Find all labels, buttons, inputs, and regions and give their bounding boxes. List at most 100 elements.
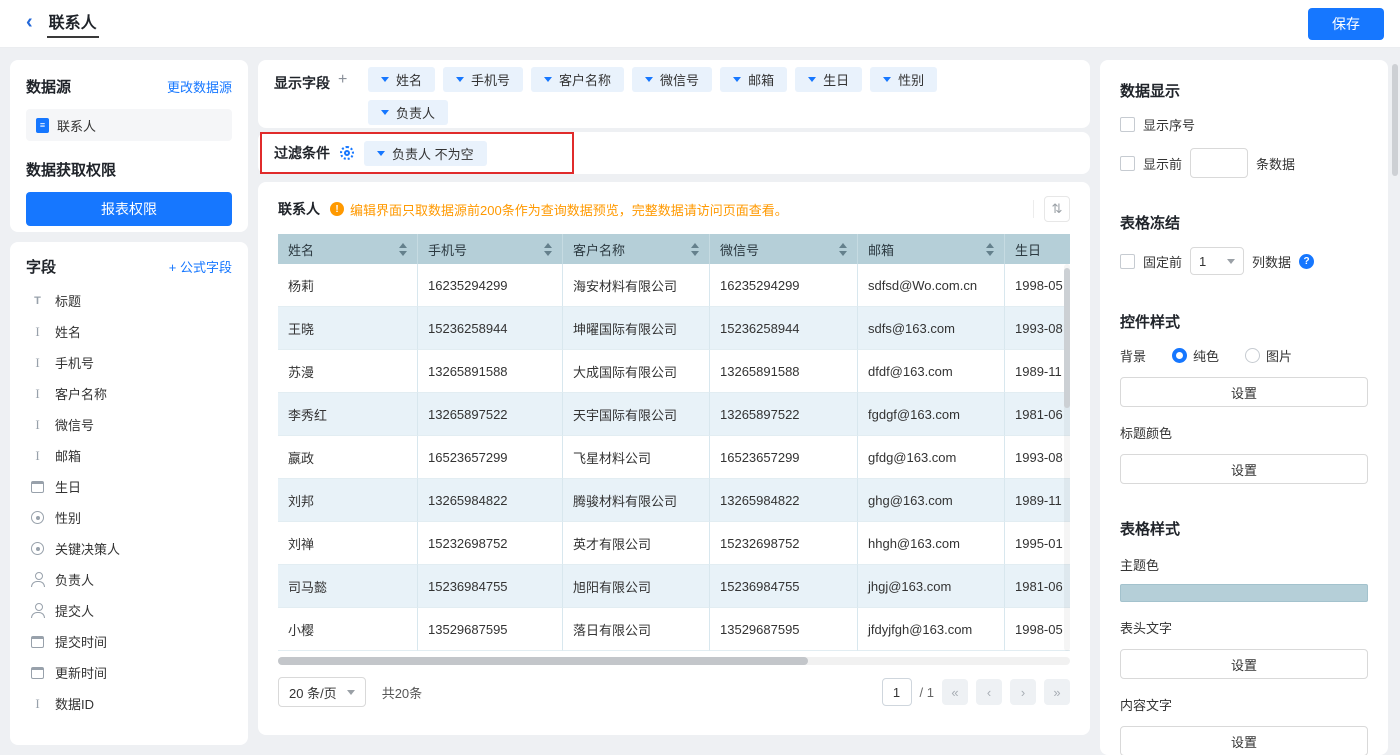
field-chip[interactable]: 邮箱: [720, 67, 788, 92]
sort-rows-icon[interactable]: ⇅: [1044, 196, 1070, 222]
horizontal-scrollbar-thumb[interactable]: [278, 657, 808, 665]
table-cell: 13529687595: [418, 608, 563, 651]
column-label: 姓名: [288, 242, 315, 258]
table-cell: 飞星材料公司: [563, 436, 710, 479]
back-icon[interactable]: ‹: [26, 11, 33, 34]
field-item[interactable]: 手机号: [26, 347, 232, 378]
bg-solid-option[interactable]: 纯色: [1172, 346, 1219, 365]
next-page-button[interactable]: ›: [1010, 679, 1036, 705]
table-header-cell[interactable]: 客户名称: [563, 234, 710, 264]
field-label: 邮箱: [55, 449, 82, 464]
field-item[interactable]: 关键决策人: [26, 533, 232, 564]
table-header-cell[interactable]: 手机号: [418, 234, 563, 264]
field-chip[interactable]: 微信号: [632, 67, 713, 92]
table-header-cell[interactable]: 邮箱: [858, 234, 1005, 264]
table-cell: 15236984755: [418, 565, 563, 608]
table-cell: jhgj@163.com: [858, 565, 1005, 608]
sort-icon[interactable]: [544, 242, 552, 256]
field-chip[interactable]: 负责人: [368, 100, 449, 125]
report-permission-button[interactable]: 报表权限: [26, 192, 232, 226]
table-header-cell[interactable]: 生日: [1005, 234, 1070, 264]
field-item[interactable]: 提交时间: [26, 626, 232, 657]
field-item[interactable]: 数据ID: [26, 688, 232, 719]
show-first-checkbox[interactable]: [1120, 155, 1135, 171]
radio-selected-icon[interactable]: [1172, 348, 1188, 363]
first-page-button[interactable]: «: [942, 679, 968, 705]
table-row: 司马懿 15236984755 旭阳有限公司 15236984755 jhgj@…: [278, 565, 1070, 608]
save-button[interactable]: 保存: [1308, 7, 1384, 40]
field-item[interactable]: 客户名称: [26, 378, 232, 409]
sort-icon[interactable]: [399, 242, 407, 256]
table-cell: 李秀红: [278, 393, 418, 436]
add-formula-field-link[interactable]: + 公式字段: [169, 257, 232, 276]
table-cell: sdfs@163.com: [858, 307, 1005, 350]
gear-icon[interactable]: [340, 146, 354, 160]
page-size-select[interactable]: 20 条/页: [278, 677, 366, 707]
table-body: 杨莉 16235294299 海安材料有限公司 16235294299 sdfs…: [278, 264, 1070, 651]
show-first-count-input[interactable]: [1190, 148, 1249, 178]
datasource-panel: 数据源 更改数据源 联系人 数据获取权限 报表权限: [10, 60, 248, 232]
sort-icon[interactable]: [691, 242, 699, 256]
vertical-scrollbar-thumb[interactable]: [1064, 268, 1070, 408]
datasource-item[interactable]: 联系人: [26, 109, 232, 141]
content-text-set-button[interactable]: 设置: [1120, 726, 1368, 755]
field-chip[interactable]: 手机号: [443, 67, 524, 92]
field-type-icon: [30, 572, 45, 587]
header-text-set-button[interactable]: 设置: [1120, 649, 1368, 679]
column-label: 微信号: [720, 242, 760, 258]
freeze-count-select[interactable]: 1: [1190, 247, 1245, 275]
field-chip[interactable]: 客户名称: [531, 67, 625, 92]
background-label: 背景: [1120, 349, 1147, 364]
field-chip[interactable]: 性别: [870, 67, 938, 92]
last-page-button[interactable]: »: [1044, 679, 1070, 705]
current-page-box[interactable]: 1: [881, 678, 912, 706]
chevron-down-icon: [346, 689, 355, 695]
field-label: 微信号: [55, 418, 95, 433]
field-item[interactable]: 性别: [26, 502, 232, 533]
freeze-title: 表格冻结: [1120, 215, 1181, 232]
freeze-checkbox[interactable]: [1120, 253, 1135, 269]
table-cell: 刘邦: [278, 479, 418, 522]
change-datasource-link[interactable]: 更改数据源: [167, 77, 232, 96]
field-item[interactable]: 微信号: [26, 409, 232, 440]
page: ‹ 联系人 保存 数据源 更改数据源 联系人 数据获取权限 报表权限 字段 + …: [0, 0, 1400, 755]
topbar: ‹ 联系人 保存: [0, 0, 1400, 48]
show-index-checkbox[interactable]: [1120, 117, 1135, 132]
table-cell: 13265984822: [418, 479, 563, 522]
field-item[interactable]: 生日: [26, 471, 232, 502]
field-item[interactable]: 邮箱: [26, 440, 232, 471]
help-icon[interactable]: ?: [1299, 253, 1315, 269]
sort-icon[interactable]: [839, 242, 847, 256]
table-row: 苏漫 13265891588 大成国际有限公司 13265891588 dfdf…: [278, 350, 1070, 393]
table-header-cell[interactable]: 姓名: [278, 234, 418, 264]
field-item[interactable]: 更新时间: [26, 657, 232, 688]
page-scrollbar-thumb[interactable]: [1392, 64, 1398, 176]
field-item[interactable]: 姓名: [26, 316, 232, 347]
field-item[interactable]: 提交人: [26, 595, 232, 626]
field-item[interactable]: 标题: [26, 285, 232, 316]
field-item[interactable]: 负责人: [26, 564, 232, 595]
chevron-down-icon: [377, 150, 385, 156]
field-type-icon: [30, 665, 45, 680]
filter-panel: 过滤条件 负责人 不为空: [258, 132, 1090, 174]
title-color-set-button[interactable]: 设置: [1120, 454, 1368, 484]
table-footer: 20 条/页 共20条 1 / 1 « ‹ › »: [278, 677, 1070, 707]
table-panel: 联系人 ! 编辑界面只取数据源前200条作为查询数据预览，完整数据请访问页面查看…: [258, 182, 1090, 735]
sort-icon[interactable]: [986, 242, 994, 256]
table-cell: 1989-11: [1005, 350, 1070, 393]
field-type-icon: [30, 603, 45, 618]
background-set-button[interactable]: 设置: [1120, 377, 1368, 407]
field-chip[interactable]: 姓名: [368, 67, 436, 92]
filter-condition-chip[interactable]: 负责人 不为空: [364, 140, 487, 166]
bg-image-option[interactable]: 图片: [1245, 346, 1292, 365]
field-chip[interactable]: 生日: [795, 67, 863, 92]
theme-color-swatch[interactable]: [1120, 584, 1368, 602]
prev-page-button[interactable]: ‹: [976, 679, 1002, 705]
radio-icon[interactable]: [1245, 348, 1261, 363]
display-fields-label: 显示字段: [274, 75, 330, 91]
table-header-cell[interactable]: 微信号: [710, 234, 858, 264]
add-field-icon[interactable]: +: [338, 72, 347, 88]
table-cell: 1993-08: [1005, 307, 1070, 350]
field-label: 关键决策人: [55, 542, 121, 557]
table-cell: 落日有限公司: [563, 608, 710, 651]
